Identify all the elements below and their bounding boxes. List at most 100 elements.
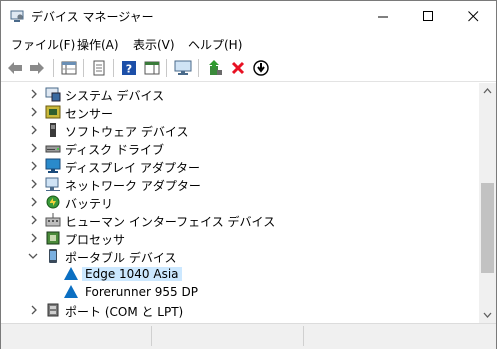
device-tree: システム デバイス センサー ソフトウェア デバイス ディスク ドライブ ディス… [1,85,479,323]
show-hide-console-tree-button[interactable] [59,58,79,78]
console-icon [144,61,160,75]
monitor-icon [174,60,192,75]
vertical-scrollbar[interactable] [479,83,496,323]
back-button[interactable] [5,58,25,78]
minimize-icon [378,16,388,17]
tree-item-label: システム デバイス [65,89,165,103]
update-driver-icon [209,60,222,75]
garmin-triangle-icon [64,285,78,298]
scroll-down-arrow-icon[interactable] [483,310,492,319]
sensor-icon [45,105,61,119]
back-arrow-icon [8,62,22,74]
toolbar-separator [198,59,199,77]
tree-item-system-devices[interactable]: システム デバイス [1,85,479,103]
tree-item-batteries[interactable]: バッテリ [1,193,479,211]
device-manager-window: デバイス マネージャー ファイル(F) 操作(A) 表示(V) ヘルプ(H) ?… [0,0,497,349]
chevron-down-icon[interactable] [28,250,38,262]
tree-item-label: Forerunner 955 DP [85,285,198,299]
properties-grid-icon [61,61,77,75]
chevron-right-icon[interactable] [29,124,39,136]
window-title: デバイス マネージャー [31,10,154,24]
tree-item-label: ポート (COM と LPT) [65,305,184,319]
tree-item-edge-1040-asia[interactable]: Edge 1040 Asia [1,265,479,283]
battery-icon [46,195,60,209]
tree-item-label: ポータブル デバイス [65,251,177,265]
close-button[interactable] [451,1,496,31]
chevron-right-icon[interactable] [29,232,39,244]
tree-item-label: センサー [65,107,114,121]
maximize-icon [423,10,433,21]
toolbar-separator [53,59,54,77]
tree-item-display-adapters[interactable]: ディスプレイ アダプター [1,157,479,175]
help-icon: ? [122,61,136,76]
title-bar: デバイス マネージャー [1,1,496,31]
device-manager-app-icon [10,10,24,22]
chevron-right-icon[interactable] [29,88,39,100]
system-devices-icon [45,87,61,102]
chevron-right-icon[interactable] [29,178,39,190]
portable-device-icon [49,249,57,263]
uninstall-device-button[interactable] [228,58,248,78]
maximize-button[interactable] [406,1,451,31]
uninstall-x-icon [231,61,245,75]
tree-item-human-interface-devices[interactable]: ヒューマン インターフェイス デバイス [1,211,479,229]
update-driver-button[interactable] [205,58,225,78]
svg-text:?: ? [126,63,132,76]
tree-item-label: ヒューマン インターフェイス デバイス [65,215,276,229]
chevron-right-icon[interactable] [29,304,39,316]
hid-icon [45,213,61,227]
page-icon [93,60,105,76]
menu-file[interactable]: ファイル(F) [11,36,75,53]
display-adapter-icon [45,158,61,173]
tree-item-label: ディスプレイ アダプター [65,161,200,175]
menu-action[interactable]: 操作(A) [77,36,119,53]
tree-item-ports[interactable]: ポート (COM と LPT) [1,301,479,319]
chevron-right-icon[interactable] [29,106,39,118]
toolbar-separator [166,59,167,77]
scan-hardware-button[interactable] [173,58,193,78]
tree-item-processors[interactable]: プロセッサ [1,229,479,247]
close-icon [468,10,479,21]
tree-item-forerunner-955-dp[interactable]: Forerunner 955 DP [1,283,479,301]
chevron-right-icon[interactable] [29,214,39,226]
tree-item-label: Edge 1040 Asia [82,267,182,281]
tree-item-label: プロセッサ [65,233,126,247]
toolbar-separator [113,59,114,77]
download-icon [253,60,269,76]
status-bar [1,323,496,349]
scrollbar-thumb[interactable] [481,183,494,273]
menu-view[interactable]: 表示(V) [133,36,175,53]
chevron-right-icon[interactable] [29,160,39,172]
action-pane-button[interactable] [142,58,162,78]
properties-button[interactable] [89,58,109,78]
tree-item-label: バッテリ [65,197,114,211]
minimize-button[interactable] [361,1,406,31]
tree-item-disk-drives[interactable]: ディスク ドライブ [1,139,479,157]
chevron-right-icon[interactable] [29,196,39,208]
tree-item-software-devices[interactable]: ソフトウェア デバイス [1,121,479,139]
disk-drive-icon [45,145,61,153]
tree-item-label: ディスク ドライブ [65,143,164,157]
tree-item-label: ソフトウェア デバイス [65,125,189,139]
toolbar: ? [1,54,496,82]
scroll-up-arrow-icon[interactable] [483,87,492,96]
help-button[interactable]: ? [119,58,139,78]
forward-button[interactable] [27,58,47,78]
menu-bar: ファイル(F) 操作(A) 表示(V) ヘルプ(H) [1,32,496,54]
chevron-right-icon[interactable] [29,142,39,154]
toolbar-separator [83,59,84,77]
tree-item-network-adapters[interactable]: ネットワーク アダプター [1,175,479,193]
garmin-triangle-icon [64,267,78,280]
disable-device-button[interactable] [251,58,271,78]
processor-icon [46,231,60,245]
tree-item-portable-devices[interactable]: ポータブル デバイス [1,247,479,265]
network-adapter-icon [45,177,60,191]
forward-arrow-icon [30,62,44,74]
status-segment [1,326,152,346]
tree-item-sensors[interactable]: センサー [1,103,479,121]
tree-item-label: ネットワーク アダプター [65,179,201,193]
status-segment [153,326,304,346]
software-device-icon [50,123,56,137]
menu-help[interactable]: ヘルプ(H) [188,36,242,53]
port-icon [47,303,59,317]
